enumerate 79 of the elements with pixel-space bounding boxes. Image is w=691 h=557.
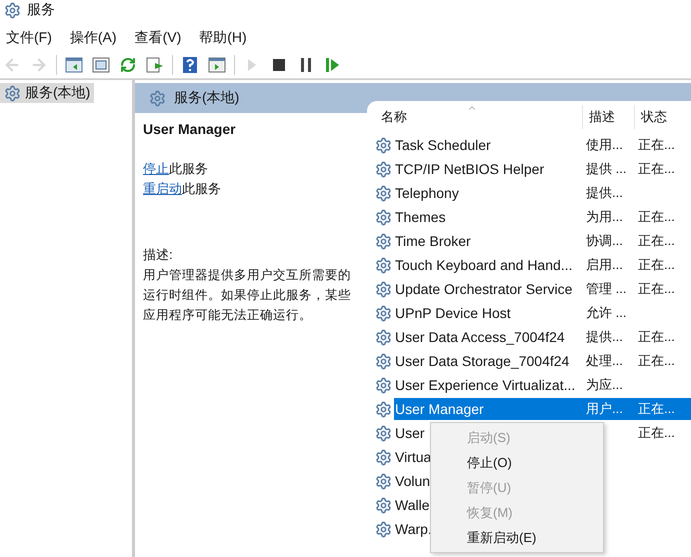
console-icon[interactable] [64,55,84,75]
service-gear-icon [375,352,392,370]
description-cell-text: 为应... [585,376,624,394]
service-gear-icon [375,328,392,346]
service-name-cell[interactable]: Themes [394,206,582,228]
description-label: 描述: [143,246,174,264]
status-cell-text: 正在... [637,136,676,154]
column-header[interactable]: 状态 [634,105,691,129]
service-gear-icon [375,448,392,466]
menu-item[interactable]: 查看(V) [134,29,182,47]
service-name-cell[interactable]: Task Scheduler [394,134,582,156]
service-name-cell[interactable]: Time Broker [394,230,582,252]
status-cell-text: 正在... [637,328,676,346]
service-name-cell[interactable]: UPnP Device Host [394,302,582,324]
tree-item[interactable]: 服务(本地) [0,83,94,103]
description-cell-text: 提供... [585,184,624,202]
pane-icon[interactable] [91,55,111,75]
description-cell-text: 允许 ... [585,304,628,322]
window-icon[interactable] [207,55,227,75]
description-cell-text: 管理 ... [585,280,628,298]
service-gear-icon [375,136,392,154]
description-cell-text: 启用... [585,256,624,274]
service-name-cell[interactable]: Touch Keyboard and Hand... [394,254,582,276]
description-cell-text: 提供... [585,328,624,346]
service-gear-icon [375,280,392,298]
service-name-cell[interactable]: Update Orchestrator Service [394,278,582,300]
status-cell-text: 正在... [637,256,676,274]
service-gear-icon [375,472,392,490]
status-cell-text: 正在... [637,232,676,250]
service-gear-icon [375,256,392,274]
menu-item[interactable]: 操作(A) [70,29,117,47]
status-cell-text: 正在... [637,352,676,370]
pane-title: 服务(本地) [174,89,240,107]
description-cell-text: 提供 ... [585,160,628,178]
service-name-cell[interactable]: User Data Access_7004f24 [394,326,582,348]
column-header[interactable]: 名称 [375,105,582,129]
service-gear-icon [375,400,392,418]
status-cell: 正在... [634,398,691,420]
service-name-cell[interactable]: User Data Storage_7004f24 [394,350,582,372]
status-cell-text: 正在... [637,160,676,178]
gear-icon [149,90,166,106]
menu-item[interactable]: 文件(F) [6,29,52,47]
export-icon[interactable] [145,55,165,75]
refresh-icon[interactable] [118,55,138,75]
status-cell-text: 正在... [637,280,676,298]
description-cell-text: 处理... [585,352,624,370]
service-gear-icon [375,424,392,442]
service-gear-icon [375,496,392,514]
menu-item[interactable]: 帮助(H) [199,29,247,47]
service-name: User Manager [143,120,237,139]
gear-icon [4,84,21,102]
status-cell-text: 正在... [637,208,676,226]
service-gear-icon [375,376,392,394]
description-cell: 用户... [582,398,634,420]
action-text: 此服务 [169,161,208,176]
service-gear-icon [375,184,392,202]
service-gear-icon [375,304,392,322]
context-menu-item[interactable]: 重新启动(E) [431,525,603,550]
service-gear-icon [375,520,392,538]
description-cell-text: 协调... [585,232,624,250]
description-text: 用户管理器提供多用户交互所需要的运行时组件。如果停止此服务，某些应用程序可能无法正确运行。 [143,267,352,324]
help-icon[interactable] [180,55,200,75]
service-name-cell[interactable]: User Manager [394,398,582,420]
window-title: 服务 [27,1,55,19]
service-name-cell[interactable]: User Experience Virtualizat... [394,374,582,396]
service-gear-icon [375,208,392,226]
service-gear-icon [375,160,392,178]
description-cell-text: 为用... [585,208,624,226]
action-link[interactable]: 重启动 [143,181,182,196]
service-gear-icon [375,232,392,250]
action-link[interactable]: 停止 [143,161,169,176]
action-text: 此服务 [182,181,221,196]
column-header[interactable]: 描述 [582,105,634,129]
status-cell-text: 正在... [637,424,676,442]
gear-icon [4,2,21,18]
description-cell-text: 使用... [585,136,624,154]
context-menu-item[interactable]: 停止(O) [431,450,603,475]
service-name-cell[interactable]: TCP/IP NetBIOS Helper [394,158,582,180]
service-name-cell[interactable]: Telephony [394,182,582,204]
